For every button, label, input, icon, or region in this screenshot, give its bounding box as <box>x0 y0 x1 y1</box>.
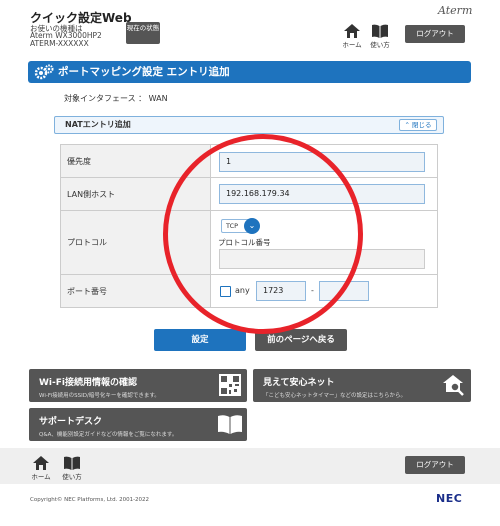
protocol-label: プロトコル <box>61 211 211 274</box>
qr-code-icon <box>219 374 241 396</box>
home-icon <box>33 456 49 470</box>
wifi-tile-title: Wi-Fi接続用情報の確認 <box>39 378 137 388</box>
status-button[interactable]: 現在の状態 <box>126 22 160 44</box>
priority-label: 優先度 <box>61 145 211 177</box>
back-button[interactable]: 前のページへ戻る <box>255 329 347 351</box>
port-any-label: any <box>235 286 250 295</box>
support-desk-tile[interactable]: サポートデスク Q&A、機能別設定ガイドなどの情報をご覧になれます。 <box>29 408 247 441</box>
footer-logout-button[interactable]: ログアウト <box>405 456 465 474</box>
port-separator: - <box>311 286 314 295</box>
collapse-label: 閉じる <box>412 121 432 129</box>
device-name: ATERM-XXXXXX <box>30 39 89 48</box>
home-nav[interactable]: ホーム <box>340 24 364 49</box>
protocol-row: プロトコル TCP ⌄ プロトコル番号 <box>61 211 437 275</box>
lan-host-row: LAN側ホスト 192.168.179.34 <box>61 178 437 211</box>
logout-button[interactable]: ログアウト <box>405 25 465 43</box>
port-row: ポート番号 any 1723 - <box>61 275 437 307</box>
footer-home-nav[interactable]: ホーム <box>29 456 53 481</box>
port-from-input[interactable]: 1723 <box>256 281 306 301</box>
home-search-icon <box>443 375 464 396</box>
nat-entry-form: 優先度 1 LAN側ホスト 192.168.179.34 プロトコル TCP ⌄… <box>60 144 438 308</box>
howto-nav[interactable]: 使い方 <box>368 24 392 49</box>
submit-button[interactable]: 設定 <box>154 329 246 351</box>
wifi-info-tile[interactable]: Wi-Fi接続用情報の確認 Wi-Fi接続用のSSID/暗号化キーを確認できます… <box>29 369 247 402</box>
copyright: Copyright© NEC Platforms, Ltd. 2001-2022 <box>30 497 150 503</box>
home-label: ホーム <box>342 41 362 49</box>
book-icon <box>372 24 388 38</box>
port-any-checkbox[interactable] <box>220 286 231 297</box>
nec-logo: NEC <box>436 492 463 505</box>
home-icon <box>344 24 360 38</box>
collapse-button[interactable]: ⌃ 閉じる <box>399 119 437 131</box>
priority-row: 優先度 1 <box>61 145 437 178</box>
nat-section-header: NATエントリ追加 ⌃ 閉じる <box>54 116 444 134</box>
footer-howto-nav[interactable]: 使い方 <box>60 456 84 481</box>
aterm-logo: Aterm <box>438 4 473 17</box>
safety-tile-title: 見えて安心ネット <box>263 378 335 388</box>
howto-label: 使い方 <box>370 41 390 49</box>
gear-icon <box>34 64 54 80</box>
footer-howto-label: 使い方 <box>62 473 82 481</box>
priority-input[interactable]: 1 <box>219 152 425 172</box>
chevron-up-icon: ⌃ <box>404 121 410 129</box>
safety-net-tile[interactable]: 見えて安心ネット 「こども安心ネットタイマー」などの設定はこちらから。 <box>253 369 471 402</box>
page-title: ポートマッピング設定 エントリ追加 <box>28 61 471 83</box>
protocol-value: TCP <box>226 222 239 230</box>
interface-text: 対象インタフェース ： WAN <box>64 94 168 103</box>
chevron-down-icon: ⌄ <box>244 218 260 234</box>
footer-home-label: ホーム <box>31 473 51 481</box>
protocol-select[interactable]: TCP ⌄ <box>221 218 260 234</box>
port-label: ポート番号 <box>61 275 211 307</box>
page-title-text: ポートマッピング設定 エントリ追加 <box>58 66 230 78</box>
section-title: NATエントリ追加 <box>65 120 131 129</box>
lan-host-input[interactable]: 192.168.179.34 <box>219 184 425 204</box>
support-tile-desc: Q&A、機能別設定ガイドなどの情報をご覧になれます。 <box>39 432 178 438</box>
protocol-number-label: プロトコル番号 <box>218 238 271 247</box>
support-tile-title: サポートデスク <box>39 417 103 427</box>
port-to-input[interactable] <box>319 281 369 301</box>
lan-host-label: LAN側ホスト <box>61 178 211 210</box>
safety-tile-desc: 「こども安心ネットタイマー」などの設定はこちらから。 <box>263 393 407 399</box>
wifi-tile-desc: Wi-Fi接続用のSSID/暗号化キーを確認できます。 <box>39 393 160 399</box>
book-icon <box>64 456 80 470</box>
book-icon <box>218 415 242 434</box>
protocol-number-input[interactable] <box>219 249 425 269</box>
